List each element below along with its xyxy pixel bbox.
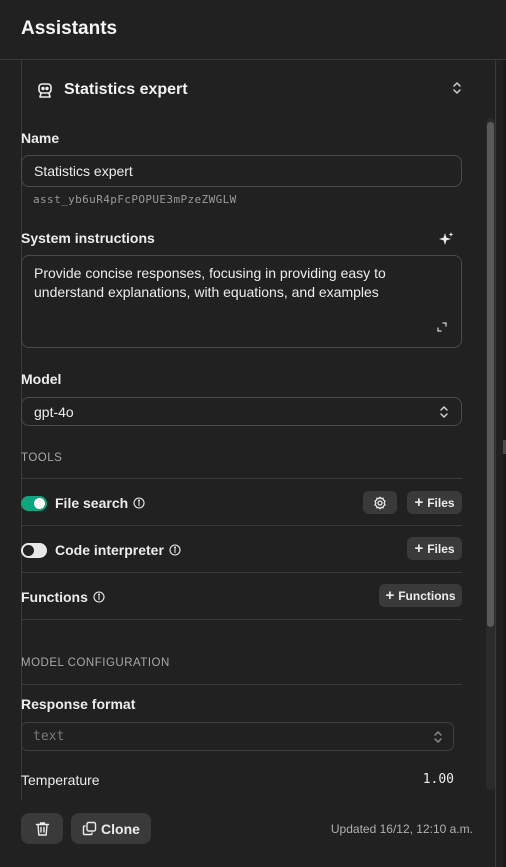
right-border xyxy=(495,60,496,867)
divider xyxy=(21,572,462,573)
model-config-section-title: MODEL CONFIGURATION xyxy=(21,657,170,669)
sparkle-icon[interactable] xyxy=(437,231,455,254)
assistant-id: asst_yb6uR4pFcPOPUE3mPzeZWGLW xyxy=(33,193,237,206)
assistant-selector[interactable]: Statistics expert xyxy=(36,77,462,103)
page-title: Assistants xyxy=(21,18,118,39)
copy-icon xyxy=(82,821,97,836)
code-interpreter-toggle[interactable] xyxy=(21,542,47,558)
divider xyxy=(21,619,462,620)
file-search-add-files-button[interactable]: + Files xyxy=(407,491,462,514)
add-functions-label: Functions xyxy=(398,588,456,603)
robot-icon xyxy=(36,81,54,99)
gear-icon xyxy=(373,496,387,510)
trash-icon xyxy=(35,821,50,837)
scrollbar-thumb[interactable] xyxy=(487,122,494,627)
add-files-label: Files xyxy=(427,541,455,556)
name-input[interactable]: Statistics expert xyxy=(21,155,462,187)
clone-button[interactable]: Clone xyxy=(71,813,151,844)
clone-label: Clone xyxy=(101,820,140,837)
expand-icon[interactable] xyxy=(437,318,447,337)
chevron-up-down-icon xyxy=(433,730,443,748)
info-icon[interactable] xyxy=(93,591,105,603)
temperature-value[interactable]: 1.00 xyxy=(410,772,454,787)
page-header: Assistants xyxy=(0,0,506,60)
instructions-textarea[interactable]: Provide concise responses, focusing in p… xyxy=(21,255,462,348)
instructions-value: Provide concise responses, focusing in p… xyxy=(34,265,386,300)
response-format-value: text xyxy=(33,729,65,744)
tools-section-title: TOOLS xyxy=(21,452,63,464)
plus-icon: + xyxy=(385,587,395,604)
chevron-up-down-icon xyxy=(439,405,449,422)
file-search-toggle[interactable] xyxy=(21,495,47,511)
response-format-select[interactable]: text xyxy=(21,722,454,751)
divider xyxy=(21,684,462,685)
plus-icon: + xyxy=(414,494,424,511)
model-label: Model xyxy=(21,371,62,387)
name-label: Name xyxy=(21,130,60,146)
code-interpreter-label: Code interpreter xyxy=(55,542,164,558)
divider xyxy=(21,525,462,526)
response-format-label: Response format xyxy=(21,696,136,712)
code-interpreter-add-files-button[interactable]: + Files xyxy=(407,537,462,560)
divider xyxy=(21,478,462,479)
temperature-label: Temperature xyxy=(21,772,100,788)
plus-icon: + xyxy=(414,540,424,557)
functions-label: Functions xyxy=(21,589,88,605)
name-value: Statistics expert xyxy=(34,163,133,179)
file-search-settings-button[interactable] xyxy=(363,491,397,514)
file-search-label: File search xyxy=(55,495,129,511)
assistant-name: Statistics expert xyxy=(64,81,188,98)
code-interpreter-row: Code interpreter xyxy=(21,537,462,563)
info-icon[interactable] xyxy=(169,544,181,556)
instructions-label: System instructions xyxy=(21,230,155,246)
chevron-up-down-icon xyxy=(452,81,462,100)
model-select[interactable]: gpt-4o xyxy=(21,397,462,426)
updated-timestamp: Updated 16/12, 12:10 a.m. xyxy=(330,822,473,836)
footer: Clone Updated 16/12, 12:10 a.m. xyxy=(0,800,495,867)
info-icon[interactable] xyxy=(133,497,145,509)
add-files-label: Files xyxy=(427,495,455,510)
model-value: gpt-4o xyxy=(34,403,74,420)
delete-button[interactable] xyxy=(21,813,63,844)
add-functions-button[interactable]: + Functions xyxy=(379,584,462,607)
